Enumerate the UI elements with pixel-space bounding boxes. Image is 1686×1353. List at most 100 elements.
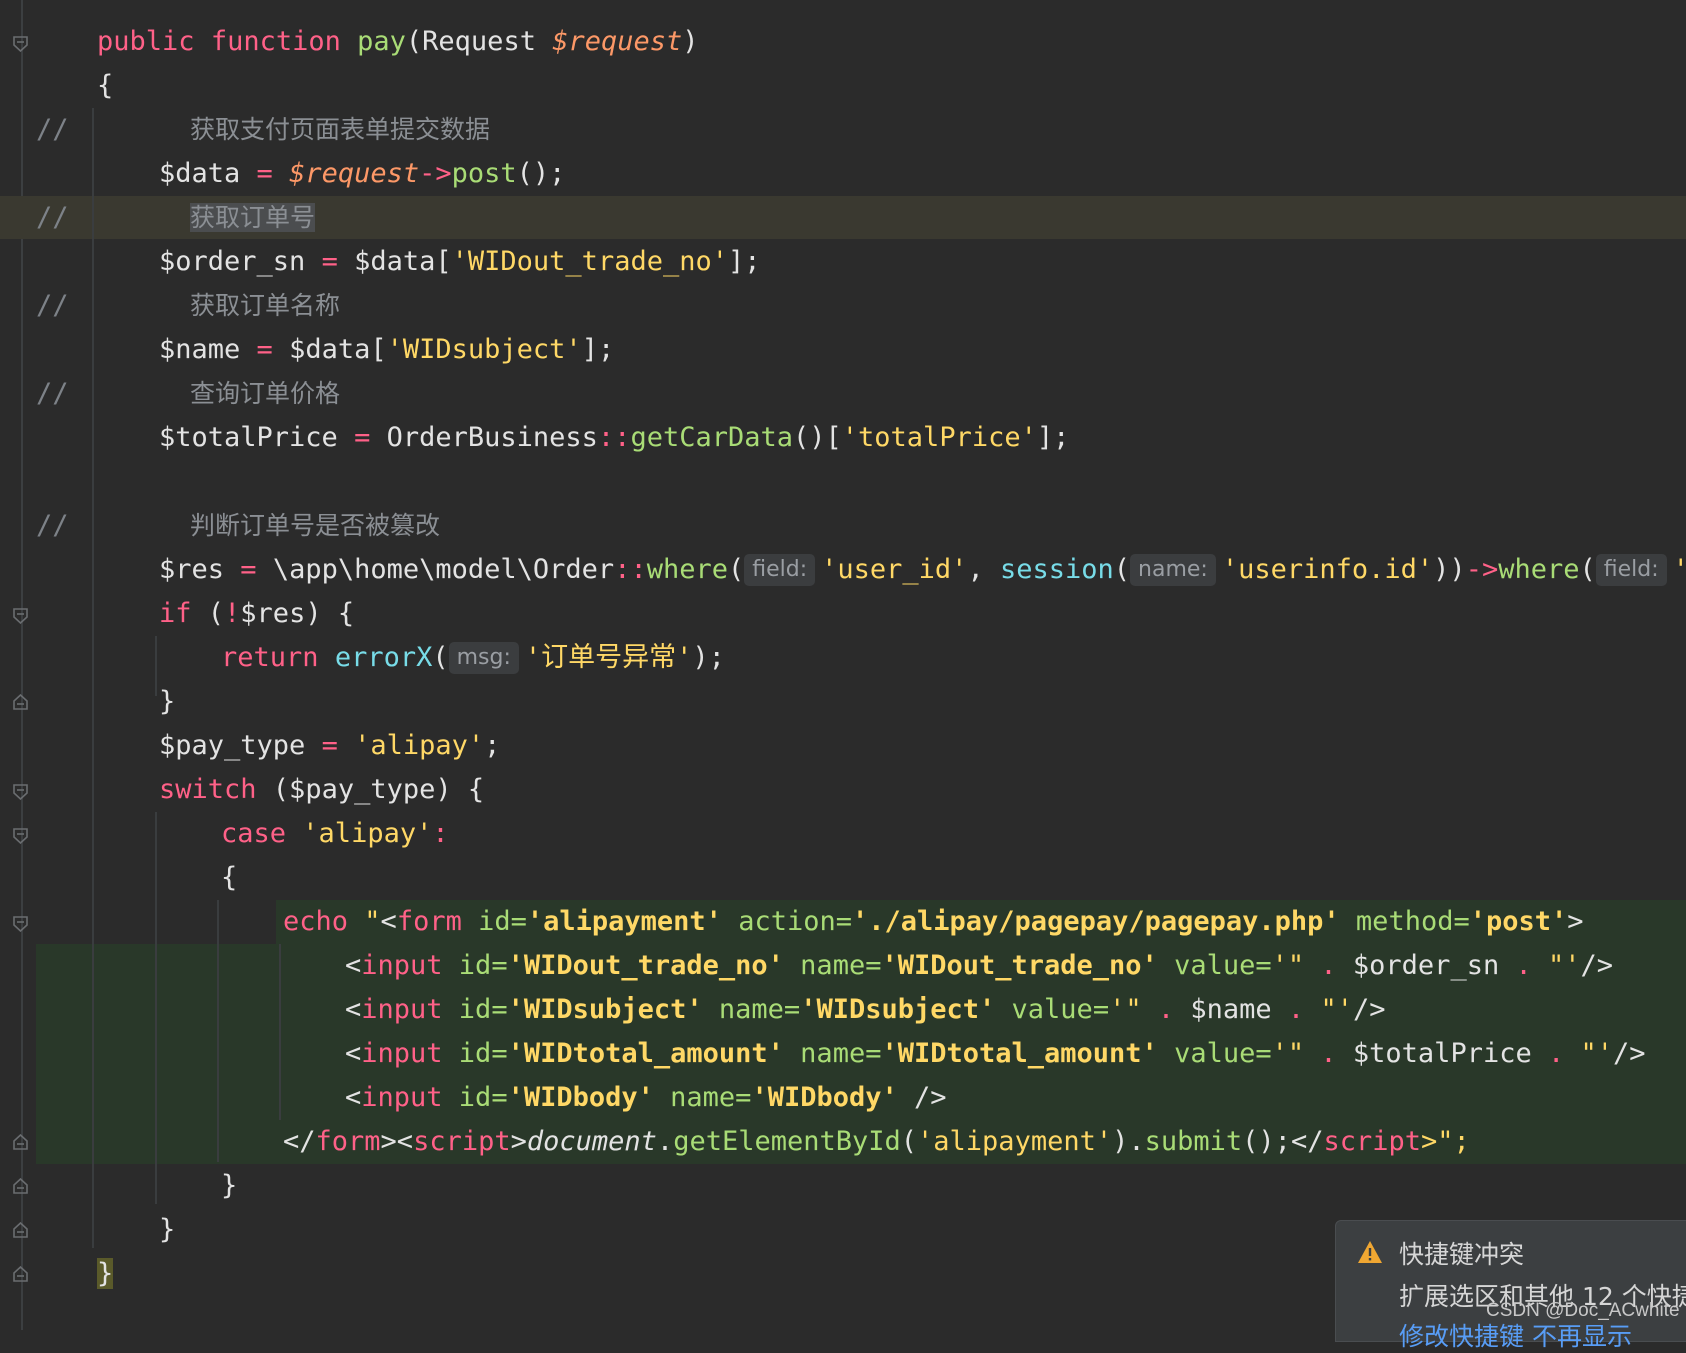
fold-close-icon[interactable] [13,694,28,710]
method-name: where [1498,554,1580,585]
string: 'alipay' [354,730,485,761]
notification-title: 快捷键冲突 [1399,1240,1525,1269]
html-attribute-value: './alipay/pagepay/pagepay.php' [852,906,1340,937]
fold-close-icon[interactable] [13,1266,28,1282]
comment-line[interactable]: 获取订单名称 [190,284,340,328]
indent-guide [217,900,219,1162]
variable: $order_sn [1352,950,1500,981]
comment-marker: // [36,510,69,541]
comment-text: 判断订单号是否被篡改 [190,511,441,540]
parameter-hint: msg: [448,642,519,674]
keyword: case [221,818,287,849]
parameter-hint: field: [1595,554,1667,586]
code-line[interactable]: if (!$res) { [159,592,354,636]
fold-open-icon[interactable] [13,828,28,844]
code-line[interactable]: $res = \app\home\model\Order::where(fiel… [159,548,1686,592]
string: 'WIDsubject' [386,334,582,365]
operator: = [240,158,290,189]
code-line[interactable]: case 'alipay': [221,812,449,856]
string: '" [1109,994,1142,1025]
fold-open-icon[interactable] [13,916,28,932]
html-tag: form [396,906,462,937]
variable: $data [159,158,241,189]
string: 'or [1673,554,1686,585]
code-line[interactable]: } [159,680,175,724]
variable: $request [552,26,683,57]
comment-marker: // [36,114,69,145]
comment-line[interactable]: 获取支付页面表单提交数据 [190,108,490,152]
code-line[interactable]: $totalPrice = OrderBusiness::getCarData(… [159,416,1069,460]
operator: . [1141,994,1191,1025]
html-attribute: value= [1157,950,1272,981]
html-attribute: name= [653,1082,752,1113]
html-attribute: value= [995,994,1110,1025]
code-line[interactable]: switch ($pay_type) { [159,768,484,812]
html-attribute-value: 'WIDout_trade_no' [507,950,784,981]
code-line[interactable]: $pay_type = 'alipay'; [159,724,500,768]
fold-close-icon[interactable] [13,1222,28,1238]
html-attribute: value= [1157,1038,1272,1069]
operator: -> [419,158,452,189]
fold-open-icon[interactable] [13,784,28,800]
html-attribute: id= [442,1082,508,1113]
code-text: < [345,950,362,981]
operator: . [1499,950,1548,981]
code-line[interactable]: return errorX(msg: '订单号异常'); [221,636,725,680]
parameter-hint: field: [744,554,816,586]
operator: :: [597,422,631,453]
js-object: document [526,1126,657,1157]
code-line[interactable]: <input id='WIDout_trade_no' name='WIDout… [345,944,1613,988]
keyword: function [210,26,341,57]
code-line[interactable]: $order_sn = $data['WIDout_trade_no']; [159,240,761,284]
operator: = [305,730,355,761]
indent-guide [155,636,157,696]
fold-open-icon[interactable] [13,608,28,624]
comment-line[interactable]: 获取订单号 [190,196,316,240]
code-line[interactable]: echo "<form id='alipayment' action='./al… [283,900,1584,944]
string: "' [1548,950,1581,981]
code-text: /> [897,1082,947,1113]
code-text: /> [1613,1038,1646,1069]
fold-close-icon[interactable] [13,1134,28,1150]
comment-line[interactable]: 查询订单价格 [190,372,340,416]
code-text: < [345,1082,362,1113]
code-line[interactable]: } [221,1164,237,1208]
comment-line[interactable]: 判断订单号是否被篡改 [190,504,440,548]
code-line[interactable]: { [221,856,237,900]
code-line[interactable]: $data = $request->post(); [159,152,565,196]
fold-open-icon[interactable] [13,36,28,52]
comment-text: 获取订单名称 [190,291,341,320]
code-line[interactable]: <input id='WIDtotal_amount' name='WIDtot… [345,1032,1646,1076]
fold-close-icon[interactable] [13,1178,28,1194]
code-line[interactable]: </form><script>document.getElementById('… [283,1120,1470,1164]
html-tag: input [361,1082,443,1113]
html-attribute: id= [461,906,527,937]
code-line[interactable]: } [159,1208,175,1252]
code-text: ( [900,1126,918,1157]
string: 'totalPrice' [841,422,1037,453]
shortcut-conflict-notification[interactable]: 快捷键冲突 扩展选区和其他 12 个快捷 修改快捷键 不再显示 [1335,1220,1686,1351]
html-tag: script [1323,1126,1421,1157]
string: '" [1271,1038,1305,1069]
code-text: /> [1580,950,1614,981]
html-attribute: name= [783,950,882,981]
code-text: ); [692,642,725,673]
html-attribute-value: 'WIDbody' [751,1082,898,1113]
html-attribute-value: 'WIDtotal_amount' [507,1038,784,1069]
operator: = [337,422,387,453]
code-text: , [967,554,1000,585]
notification-action-link[interactable]: 修改快捷键 不再显示 [1399,1317,1632,1353]
code-text: ($pay_type) { [256,774,485,805]
code-line[interactable]: } [97,1252,114,1296]
code-line[interactable]: <input id='WIDsubject' name='WIDsubject'… [345,988,1385,1032]
code-text: (Request [405,26,553,57]
class-name: \app\home\model\Order [272,554,615,585]
code-editor[interactable]: public function pay(Request $request) { … [0,0,1686,1351]
code-line[interactable]: { [97,64,113,108]
code-line[interactable]: public function pay(Request $request) [97,20,699,64]
method-name: getElementById [673,1126,901,1157]
code-line[interactable]: <input id='WIDbody' name='WIDbody' /> [345,1076,947,1120]
code-line[interactable]: $name = $data['WIDsubject']; [159,328,614,372]
code-text: </ [283,1126,316,1157]
method-name: post [451,158,517,189]
